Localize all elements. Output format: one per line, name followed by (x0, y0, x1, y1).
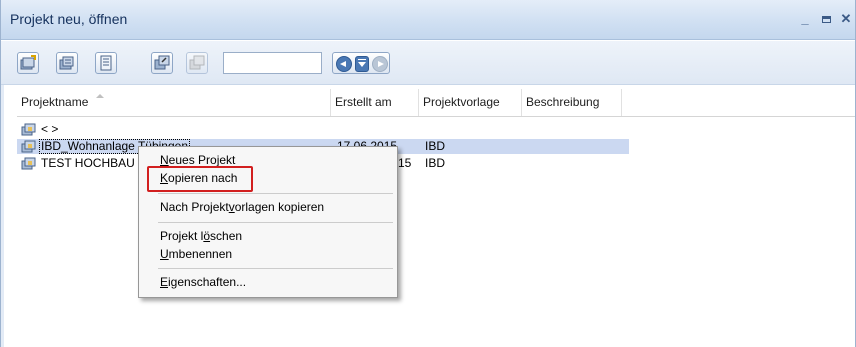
forward-button[interactable] (372, 56, 388, 72)
menu-separator (158, 222, 393, 223)
highlight-annotation (147, 166, 253, 192)
navigation-group (332, 52, 390, 74)
row-name: TEST HOCHBAU (41, 156, 135, 170)
dropdown-line-icon (358, 59, 366, 60)
column-header-date[interactable]: Erstellt am (331, 89, 419, 116)
row-name: < > (41, 122, 59, 136)
row-template: IBD (425, 139, 446, 153)
list-header: Projektname Erstellt am Projektvorlage B… (17, 89, 855, 117)
back-arrow-icon (340, 61, 346, 67)
window-title: Projekt neu, öffnen (10, 11, 128, 27)
paste-button[interactable] (186, 52, 208, 74)
menu-item-label: mbenennen (168, 247, 233, 261)
left-border (1, 85, 4, 347)
maximize-button[interactable] (819, 12, 833, 26)
row-template: IBD (425, 156, 446, 170)
column-header-description[interactable]: Beschreibung (522, 89, 622, 116)
menu-item-mnemonic: E (160, 275, 169, 289)
project-folder-icon (21, 157, 36, 170)
menu-item-label: igenschaften... (168, 275, 247, 289)
column-header-template[interactable]: Projektvorlage (419, 89, 522, 116)
copy-button[interactable] (151, 52, 173, 74)
menu-item-mnemonic: N (160, 153, 169, 167)
menu-item-label: eues Projekt (168, 153, 236, 167)
project-folder-icon (21, 123, 36, 136)
copy-icon (154, 55, 170, 70)
menu-item-label: Projekt l (160, 229, 204, 243)
menu-separator (158, 193, 393, 194)
back-button[interactable] (336, 56, 352, 72)
column-header-name[interactable]: Projektname (17, 89, 331, 116)
filter-input[interactable] (223, 52, 322, 74)
project-settings-icon (59, 56, 74, 70)
close-button[interactable]: ✕ (839, 12, 853, 26)
list-item[interactable]: < > (17, 122, 855, 137)
menu-separator (158, 268, 393, 269)
forward-arrow-icon (378, 61, 384, 67)
properties-button[interactable] (95, 52, 117, 74)
project-settings-button[interactable] (56, 52, 78, 74)
title-bar[interactable]: Projekt neu, öffnen _ ✕ (1, 0, 855, 40)
menu-item-rename[interactable]: Umbenennen (141, 245, 395, 264)
project-dialog-window: Projekt neu, öffnen _ ✕ Projektname Erst… (0, 0, 856, 347)
new-project-icon (20, 55, 36, 70)
minimize-button[interactable]: _ (798, 12, 812, 26)
maximize-icon (821, 16, 831, 23)
menu-item-copy-to-templates[interactable]: Nach Projektvorlagen kopieren (141, 198, 395, 217)
chevron-down-icon (358, 62, 366, 67)
toolbar (1, 41, 855, 85)
sort-ascending-icon (96, 94, 104, 98)
new-project-button[interactable] (17, 52, 39, 74)
menu-item-delete-project[interactable]: Projekt löschen (141, 227, 395, 246)
menu-item-label: Nach Projekt (160, 200, 229, 214)
menu-item-label: schen (210, 229, 243, 243)
properties-icon (100, 55, 112, 71)
paste-icon (189, 55, 205, 70)
column-header-label: Projektname (21, 95, 89, 109)
menu-item-mnemonic: U (160, 247, 169, 261)
menu-item-label: orlagen kopieren (234, 200, 325, 214)
history-dropdown-button[interactable] (355, 56, 369, 72)
project-folder-icon (21, 140, 36, 153)
menu-item-properties[interactable]: Eigenschaften... (141, 273, 395, 292)
